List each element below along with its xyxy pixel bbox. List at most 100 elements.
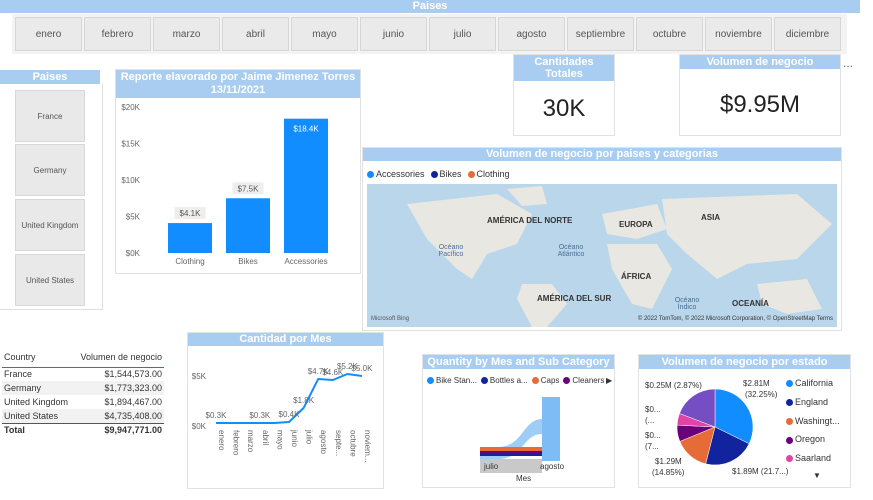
y-tick-label: $10K (121, 176, 140, 185)
line-chart-card[interactable]: Cantidad por Mes $0K $5K $0.3K $0.3K $0.4K $1… (188, 333, 383, 488)
slicer-item-france[interactable]: France (15, 90, 85, 142)
legend-item[interactable]: Washingt... (786, 413, 840, 431)
month-button-marzo[interactable]: marzo (153, 17, 220, 51)
data-label: $0.4K (279, 410, 301, 419)
legend-item[interactable]: Cleaners (563, 376, 604, 385)
month-button-mayo[interactable]: mayo (291, 17, 358, 51)
slicer-item-united-kingdom[interactable]: United Kingdom (15, 199, 85, 251)
month-button-junio[interactable]: junio (360, 17, 427, 51)
table-cell: $1,894,467.00 (104, 397, 162, 407)
pie-label: (7... (645, 442, 659, 451)
y-tick-label: $5K (192, 372, 207, 381)
kpi-quantity-value: 30K (542, 95, 586, 122)
legend-item[interactable]: Saarland (786, 450, 831, 468)
pie-label: $0.25M (2.87%) (645, 381, 702, 390)
month-button-septiembre[interactable]: septiembre (567, 17, 634, 51)
legend-dot-icon (563, 377, 571, 384)
legend-dot-icon (786, 436, 793, 444)
y-tick-label: $5K (126, 213, 141, 222)
legend-label: California (795, 378, 834, 388)
x-tick-label: noviem... (363, 430, 372, 462)
bar-chart-title: Reporte elavorado por Jaime Jimenez Torr… (116, 70, 360, 98)
table-row[interactable]: United States $4,735,408.00 (2, 409, 164, 423)
legend-label: England (795, 396, 829, 407)
kpi-volume-card: Volumen de negocio $9.95M (680, 55, 840, 135)
table-header-volume[interactable]: Volumen de negocio (74, 347, 164, 367)
legend-item[interactable]: Bikes (430, 169, 462, 179)
legend-label: Bike Stan... (436, 376, 477, 385)
bar-chart-card[interactable]: Reporte elavorado por Jaime Jimenez Torr… (116, 70, 360, 273)
sankey-x-label: julio (484, 462, 499, 471)
month-button-agosto[interactable]: agosto (498, 17, 565, 51)
map-card[interactable]: Volumen de negocio por paises y categori… (363, 148, 841, 330)
legend-dot-icon (480, 377, 488, 384)
legend-label: Bottles a... (489, 376, 528, 385)
legend-dot-icon (430, 170, 438, 178)
pie-title: Volumen de negocio por estado (639, 355, 850, 369)
legend-item[interactable]: Bike Stan... (427, 376, 477, 385)
legend-label: Clothing (476, 169, 510, 179)
bar-chart: $0K $5K $10K $15K $20K $4.1K Clothing $7.5K Bike… (121, 103, 328, 266)
pie-label: $1.89M (21.7...) (732, 467, 789, 476)
map-copyright[interactable]: © 2022 TomTom, © 2022 Microsoft Corporat… (638, 316, 833, 322)
sankey-legend-next-icon[interactable]: ▶ (606, 376, 612, 385)
data-label: $18.4K (293, 125, 319, 134)
table-header-country[interactable]: Country (2, 347, 74, 367)
legend-item[interactable]: Clothing (467, 169, 510, 179)
legend-item[interactable]: Oregon (786, 431, 825, 449)
slicer-item-united-states[interactable]: United States (15, 254, 85, 306)
legend-label: Oregon (795, 434, 826, 445)
legend-label: Bikes (439, 169, 462, 179)
pie-label: $0... (645, 431, 661, 440)
table-row[interactable]: United Kingdom $1,894,467.00 (2, 395, 164, 409)
sankey-card[interactable]: Quantity by Mes and Sub Category Bike St… (423, 355, 614, 487)
map-legend: Accessories Bikes Clothing (367, 169, 510, 179)
bar-chart-title-line2: 13/11/2021 (210, 84, 266, 96)
kpi-quantity-card: Cantidades Totales 30K (514, 55, 614, 135)
pie-label: (14.85%) (652, 468, 685, 477)
legend-item[interactable]: California (786, 375, 833, 393)
kpi-quantity-title-line2: Totales (545, 68, 583, 80)
legend-item[interactable]: England (786, 394, 828, 412)
kpi-volume-title: Volumen de negocio (680, 55, 840, 69)
table-total-row: Total $9,947,771.00 (2, 423, 164, 437)
legend-dot-icon (367, 170, 374, 178)
top-slicer-title: Paises (0, 0, 860, 13)
legend-item[interactable]: Accessories (367, 169, 425, 179)
bar[interactable] (284, 118, 328, 254)
table-cell: France (4, 369, 33, 380)
kpi-quantity-title-line1: Cantidades (534, 56, 594, 68)
x-tick-label: Bikes (238, 257, 258, 266)
bar[interactable] (168, 223, 212, 253)
table-row[interactable]: Germany $1,773,323.00 (2, 381, 164, 395)
sankey-x-label: agosto (540, 462, 565, 471)
legend-label: Saarland (795, 453, 832, 463)
map-canvas[interactable]: AMÉRICA DEL NORTE EUROPA ASIA ÁFRICA AMÉ… (367, 184, 837, 327)
month-button-febrero[interactable]: febrero (84, 17, 151, 51)
table-cell: $4,735,408.00 (104, 410, 162, 421)
x-tick-label: julio (305, 429, 314, 445)
table-row[interactable]: France $1,544,573.00 (2, 367, 164, 381)
x-tick-label: Clothing (175, 257, 204, 266)
bar[interactable] (226, 198, 270, 253)
legend-item[interactable]: Caps (531, 376, 560, 385)
legend-dot-icon (467, 170, 475, 178)
y-tick-label: $15K (121, 140, 140, 149)
month-button-noviembre[interactable]: noviembre (705, 17, 772, 51)
legend-label: Caps (540, 376, 560, 385)
legend-item[interactable]: Bottles a... (480, 376, 528, 385)
map-brand: Microsoft Bing (371, 316, 410, 322)
month-button-abril[interactable]: abril (222, 17, 289, 51)
table-cell: $1,544,573.00 (104, 369, 162, 380)
month-button-octubre[interactable]: octubre (636, 17, 703, 51)
legend-dot-icon (786, 399, 793, 406)
month-button-diciembre[interactable]: diciembre (774, 17, 841, 51)
slicer-item-germany[interactable]: Germany (15, 144, 85, 196)
pie-legend-scroll-down-icon[interactable]: ▼ (813, 471, 821, 480)
month-button-julio[interactable]: julio (429, 17, 496, 51)
legend-dot-icon (786, 380, 793, 388)
more-options-button[interactable]: ... (843, 56, 853, 70)
month-button-enero[interactable]: enero (15, 17, 82, 51)
pie-chart-card[interactable]: Volumen de negocio por estado $0.25M (2.… (639, 355, 850, 487)
x-tick-label: marzo (246, 430, 255, 453)
